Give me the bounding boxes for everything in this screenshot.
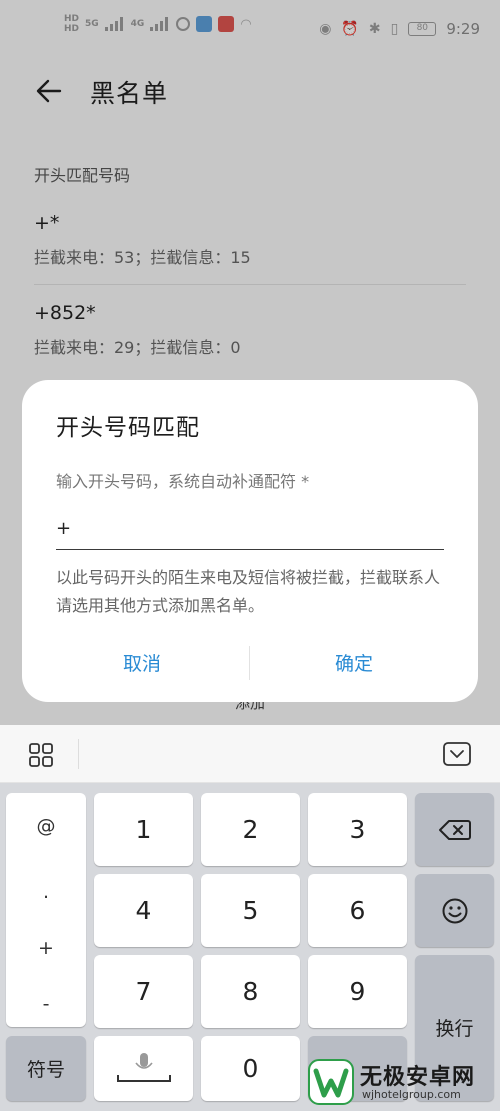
key-1[interactable]: 1 [94, 793, 193, 866]
prefix-number-input[interactable] [56, 508, 444, 550]
dialog-hint: 输入开头号码，系统自动补通配符 * [56, 472, 310, 491]
key-5[interactable]: 5 [201, 874, 300, 947]
key-4[interactable]: 4 [94, 874, 193, 947]
key-3[interactable]: 3 [308, 793, 407, 866]
toolbar-divider [78, 739, 79, 769]
backspace-icon [438, 819, 471, 840]
symbols-key-label: 符号 [26, 1059, 65, 1081]
symbol-column: @ . + - [6, 793, 86, 1027]
site-name: 无极安卓网 [360, 1065, 476, 1090]
confirm-button[interactable]: 确定 [254, 642, 454, 686]
key-6[interactable]: 6 [308, 874, 407, 947]
emoji-icon [442, 898, 467, 923]
dialog-title: 开头号码匹配 [56, 415, 200, 441]
grid-icon[interactable] [28, 742, 54, 768]
key-9[interactable]: 9 [308, 955, 407, 1028]
keyboard-toolbar [0, 725, 500, 783]
cancel-button[interactable]: 取消 [42, 642, 242, 686]
key-minus[interactable]: - [6, 993, 86, 1015]
key-at[interactable]: @ [6, 815, 86, 837]
prefix-match-dialog: 开头号码匹配 输入开头号码，系统自动补通配符 * 以此号码开头的陌生来电及短信将… [22, 380, 478, 702]
backspace-key[interactable] [415, 793, 494, 866]
collapse-keyboard-icon[interactable] [442, 741, 472, 767]
button-divider [249, 646, 250, 680]
dialog-note: 以此号码开头的陌生来电及短信将被拦截，拦截联系人请选用其他方式添加黑名单。 [56, 568, 441, 615]
key-dot[interactable]: . [6, 881, 86, 903]
key-0[interactable]: 0 [201, 1036, 300, 1101]
key-8[interactable]: 8 [201, 955, 300, 1028]
emoji-key[interactable] [415, 874, 494, 947]
enter-key-label: 换行 [435, 1018, 474, 1040]
key-plus[interactable]: + [6, 937, 86, 959]
space-key[interactable] [94, 1036, 193, 1101]
key-2[interactable]: 2 [201, 793, 300, 866]
site-logo-icon [308, 1059, 354, 1105]
key-7[interactable]: 7 [94, 955, 193, 1028]
site-watermark: 无极安卓网 wjhotelgroup.com [308, 1055, 498, 1107]
microphone-icon [116, 1052, 171, 1082]
symbols-key[interactable]: 符号 [6, 1036, 86, 1101]
site-url: wjhotelgroup.com [362, 1088, 461, 1101]
